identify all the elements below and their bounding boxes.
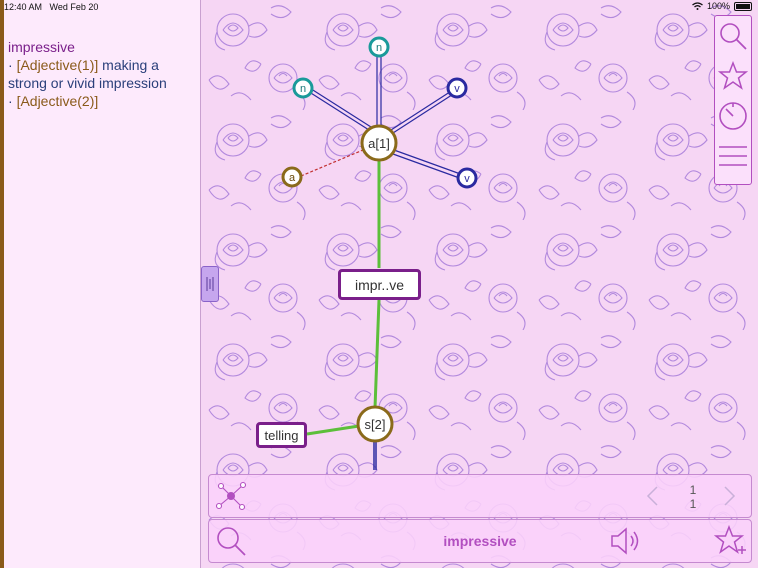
right-toolbar [714, 15, 752, 185]
graph-controls-bar: 1 1 [208, 474, 752, 518]
battery-percent: 100% [706, 1, 730, 11]
search-icon [720, 23, 747, 50]
graph-view-button[interactable] [215, 480, 247, 512]
menu-icon [719, 146, 747, 166]
graph-icon [215, 481, 247, 511]
entry-pos[interactable]: [Adjective(2)] [17, 93, 99, 109]
menu-button[interactable] [715, 136, 751, 176]
entry-pos[interactable]: [Adjective(1)] [17, 57, 99, 73]
node-n-left[interactable]: n [292, 77, 314, 99]
definition-entry-1: · [Adjective(1)] making a strong or vivi… [8, 56, 198, 92]
definition-word: impressive [8, 39, 75, 55]
speaker-icon [611, 527, 639, 555]
center-word-label: impr..ve [354, 276, 404, 293]
speak-button[interactable] [609, 526, 643, 561]
status-right: 100% [692, 1, 752, 11]
node-label: a[1] [368, 136, 390, 151]
date: Wed Feb 20 [49, 2, 99, 12]
linked-word-label: telling [264, 427, 299, 443]
chevron-right-icon [724, 486, 736, 506]
battery-icon [734, 1, 752, 11]
node-a1[interactable]: a[1] [360, 124, 398, 162]
page-current: 1 [689, 483, 697, 497]
center-word-box[interactable]: impr..ve [338, 269, 421, 300]
bottom-panel: 1 1 impressive [208, 474, 752, 564]
node-label: v [454, 83, 460, 95]
status-time: 12:40 AM Wed Feb 20 [4, 2, 98, 12]
search-button[interactable] [715, 16, 751, 56]
node-n-top[interactable]: n [368, 36, 390, 58]
page-total: 1 [689, 497, 697, 511]
node-label: n [376, 42, 382, 54]
node-label: a [289, 172, 296, 184]
panel-resize-handle[interactable] [201, 266, 219, 302]
clock: 12:40 AM [4, 2, 43, 12]
panel-edge [0, 0, 4, 568]
favorites-button[interactable] [715, 56, 751, 96]
history-button[interactable] [715, 96, 751, 136]
next-page-button[interactable] [723, 485, 737, 512]
page-indicator: 1 1 [685, 483, 701, 511]
definition-text: impressive · [Adjective(1)] making a str… [8, 38, 198, 110]
node-label: v [464, 173, 470, 185]
current-word[interactable]: impressive [209, 533, 751, 549]
node-s2[interactable]: s[2] [356, 405, 394, 443]
search-bar: impressive [208, 519, 752, 563]
prev-page-button[interactable] [645, 485, 659, 512]
node-label: s[2] [365, 417, 386, 432]
chevron-left-icon [646, 486, 658, 506]
node-a-side[interactable]: a [281, 166, 303, 188]
linked-word-box[interactable]: telling [256, 422, 307, 448]
node-label: n [300, 83, 306, 95]
star-plus-icon [713, 524, 746, 554]
node-v-right[interactable]: v [446, 77, 468, 99]
timer-icon [719, 102, 747, 130]
definition-panel: impressive · [Adjective(1)] making a str… [0, 0, 201, 568]
bullet: · [8, 57, 17, 73]
drag-handle-icon [206, 277, 214, 291]
bullet: · [8, 93, 17, 109]
node-v-lower[interactable]: v [456, 167, 478, 189]
definition-entry-2: · [Adjective(2)] [8, 92, 198, 110]
add-favorite-button[interactable] [713, 524, 748, 562]
status-bar: 12:40 AM Wed Feb 20 100% [0, 0, 758, 14]
star-icon [718, 61, 748, 90]
wifi-icon [692, 2, 703, 10]
